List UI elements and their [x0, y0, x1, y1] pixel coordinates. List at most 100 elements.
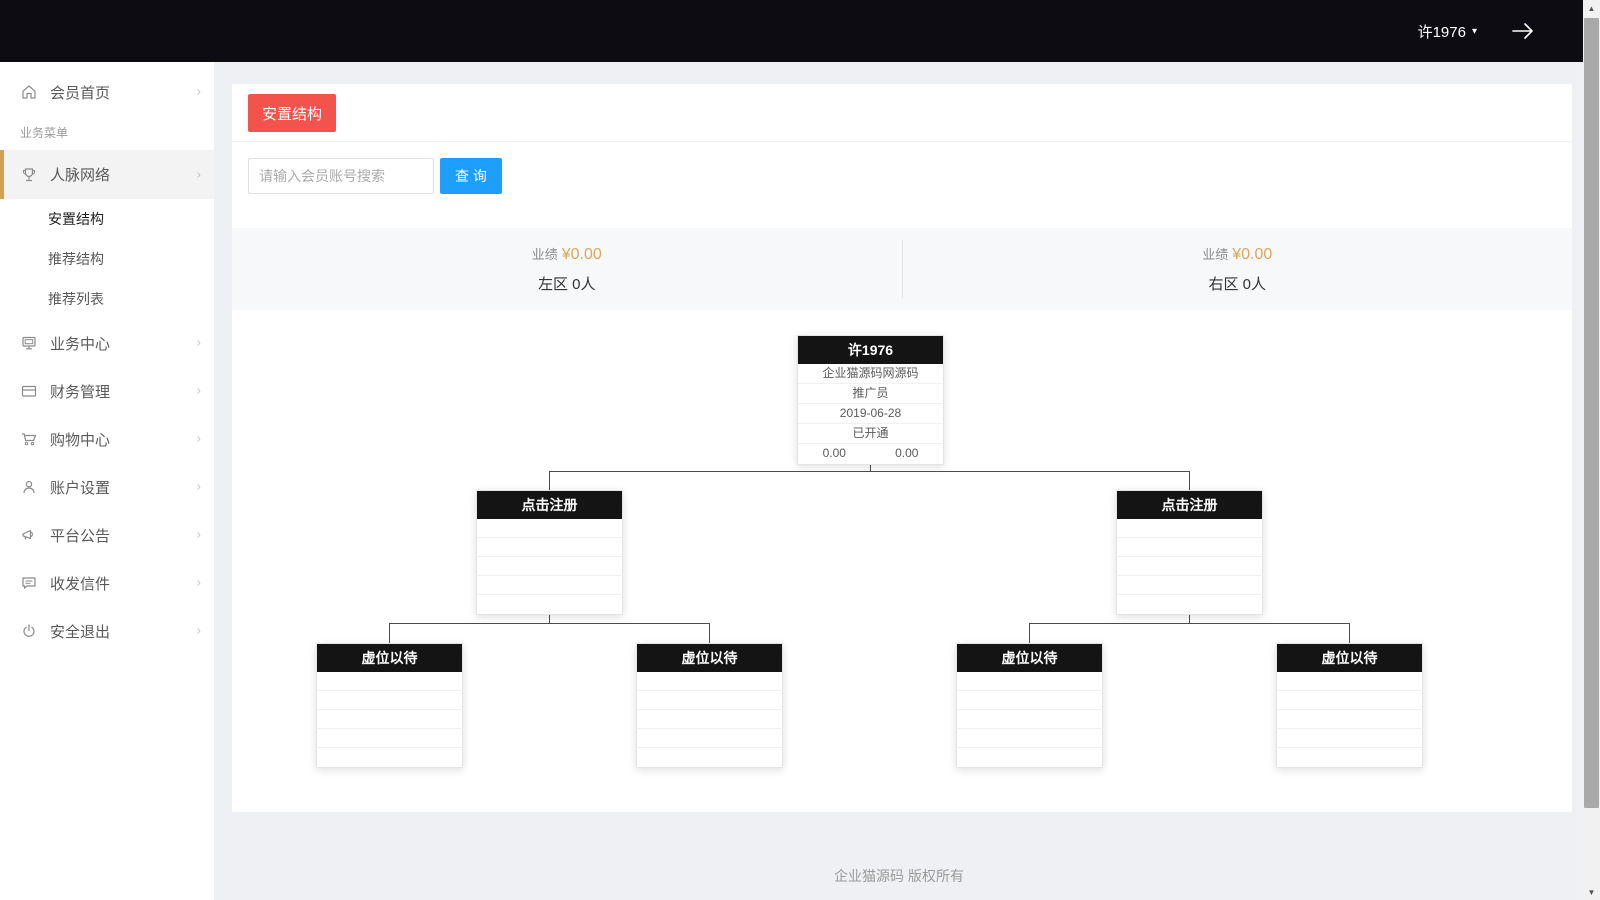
sidebar-item-label: 平台公告: [50, 525, 110, 546]
chevron-icon: ›: [197, 166, 201, 181]
sidebar-item-label: 安全退出: [50, 621, 110, 642]
tree-node-vacant-1: 虚位以待: [316, 643, 463, 768]
arrow-right-icon: [1511, 22, 1535, 40]
tree-connector: [1189, 615, 1190, 623]
tree-connector: [709, 623, 710, 643]
tree-node-row: [317, 729, 462, 748]
sidebar-item-label: 人脉网络: [50, 164, 110, 185]
tree-node-title: 虚位以待: [957, 644, 1102, 672]
caret-down-icon: ▾: [1472, 26, 1477, 37]
tree-node-vacant-3: 虚位以待: [956, 643, 1103, 768]
placement-structure-button[interactable]: 安置结构: [248, 94, 336, 132]
sidebar-item-label: 购物中心: [50, 429, 110, 450]
chevron-icon: ›: [197, 334, 201, 349]
sidebar-item-finance[interactable]: 财务管理 ›: [0, 367, 214, 415]
tree-node-row: [1117, 595, 1262, 614]
right-zone-stat: 业绩¥0.00 右区 0人: [903, 228, 1573, 310]
chevron-icon: ›: [197, 478, 201, 493]
tree-node-row: [1277, 729, 1422, 748]
exit-arrow-button[interactable]: [1511, 22, 1535, 40]
monitor-icon: [20, 334, 38, 352]
tree-connector: [1189, 471, 1190, 490]
tree-node-row: [1277, 691, 1422, 710]
page-scrollbar[interactable]: ▲ ▼: [1583, 0, 1600, 900]
tree-node-title: 点击注册: [1117, 491, 1262, 519]
tree-node-row: [1277, 672, 1422, 691]
search-row: 查 询: [248, 158, 502, 194]
footer-copyright: 企业猫源码 版权所有: [215, 866, 1583, 886]
tree-node-row: [957, 748, 1102, 767]
tree-node-title: 虚位以待: [1277, 644, 1422, 672]
tree-node-row: [957, 729, 1102, 748]
tree-node-row: [1117, 557, 1262, 576]
right-value: 0.00: [871, 444, 944, 464]
tree-node-register-right[interactable]: 点击注册: [1116, 490, 1263, 615]
sidebar-item-network[interactable]: 人脉网络 ›: [0, 150, 214, 199]
tree-node-row: [1117, 519, 1262, 538]
home-icon: [20, 83, 38, 101]
panel-header: 安置结构: [232, 84, 1572, 142]
sidebar-item-label: 收发信件: [50, 573, 110, 594]
tree-node-row: 2019-06-28: [798, 404, 943, 424]
tree-node-row: [317, 691, 462, 710]
sidebar-item-home[interactable]: 会员首页 ›: [0, 68, 214, 116]
sidebar-item-label: 财务管理: [50, 381, 110, 402]
tree-node-row: [477, 595, 622, 614]
tree-node-title: 虚位以待: [637, 644, 782, 672]
member-search-input[interactable]: [248, 158, 434, 194]
tree-node-row: 推广员: [798, 384, 943, 404]
scrollbar-up-arrow-icon[interactable]: ▲: [1583, 0, 1600, 16]
sidebar: 会员首页 › 业务菜单 人脉网络 › 安置结构 推荐结构 推荐列表 业务中心 ›…: [0, 62, 215, 900]
tree-node-register-left[interactable]: 点击注册: [476, 490, 623, 615]
query-button[interactable]: 查 询: [440, 158, 502, 194]
performance-amount: ¥0.00: [1232, 246, 1272, 263]
user-icon: [20, 478, 38, 496]
power-icon: [20, 622, 38, 640]
sidebar-item-business-center[interactable]: 业务中心 ›: [0, 319, 214, 367]
sidebar-item-label: 会员首页: [50, 82, 110, 103]
user-menu[interactable]: 许1976 ▾: [1418, 21, 1477, 42]
tree-node-row: [637, 748, 782, 767]
tree-node-title: 虚位以待: [317, 644, 462, 672]
zone-count: 左区 0人: [538, 273, 596, 294]
sidebar-item-logout[interactable]: 安全退出 ›: [0, 607, 214, 655]
tree-node-row: [637, 691, 782, 710]
topbar: 许1976 ▾: [0, 0, 1583, 62]
sidebar-subitem-placement-structure[interactable]: 安置结构: [0, 199, 214, 239]
tree-node-row: [957, 691, 1102, 710]
tree-node-vacant-2: 虚位以待: [636, 643, 783, 768]
tree-node-row: [477, 557, 622, 576]
sidebar-item-account[interactable]: 账户设置 ›: [0, 463, 214, 511]
tree-connector: [1029, 623, 1350, 624]
tree-node-row: [477, 538, 622, 557]
sidebar-item-label: 账户设置: [50, 477, 110, 498]
tree-node-row: [637, 710, 782, 729]
tree-connector: [549, 471, 550, 490]
credit-card-icon: [20, 382, 38, 400]
tree-node-row: [637, 672, 782, 691]
scrollbar-thumb[interactable]: [1584, 18, 1599, 808]
tree-node-root[interactable]: 许1976 企业猫源码网源码 推广员 2019-06-28 已开通 0.00 0…: [797, 335, 944, 465]
trophy-icon: [20, 166, 38, 184]
sidebar-item-shopping[interactable]: 购物中心 ›: [0, 415, 214, 463]
left-value: 0.00: [798, 444, 871, 464]
tree-node-row: [957, 672, 1102, 691]
stats-band: 业绩 ¥0.00 左区 0人 业绩¥0.00 右区 0人: [232, 228, 1572, 310]
tree-connector: [389, 623, 710, 624]
tree-node-row: [1277, 748, 1422, 767]
cart-icon: [20, 430, 38, 448]
tree-connector: [549, 471, 1190, 472]
scrollbar-down-arrow-icon[interactable]: ▼: [1583, 884, 1600, 900]
sidebar-item-messages[interactable]: 收发信件 ›: [0, 559, 214, 607]
main-content: 安置结构 查 询 业绩 ¥0.00 左区 0人 业绩¥0.00 右区 0人: [215, 62, 1583, 900]
performance-label: 业绩: [532, 247, 558, 262]
tree-node-values-row: 0.00 0.00: [798, 444, 943, 464]
sidebar-subitem-referral-structure[interactable]: 推荐结构: [0, 239, 214, 279]
chevron-icon: ›: [197, 430, 201, 445]
tree-connector: [1349, 623, 1350, 643]
sidebar-subitem-referral-list[interactable]: 推荐列表: [0, 279, 214, 319]
sidebar-item-announcements[interactable]: 平台公告 ›: [0, 511, 214, 559]
tree-node-row: [957, 710, 1102, 729]
chevron-icon: ›: [197, 526, 201, 541]
sidebar-section-label: 业务菜单: [0, 116, 214, 150]
